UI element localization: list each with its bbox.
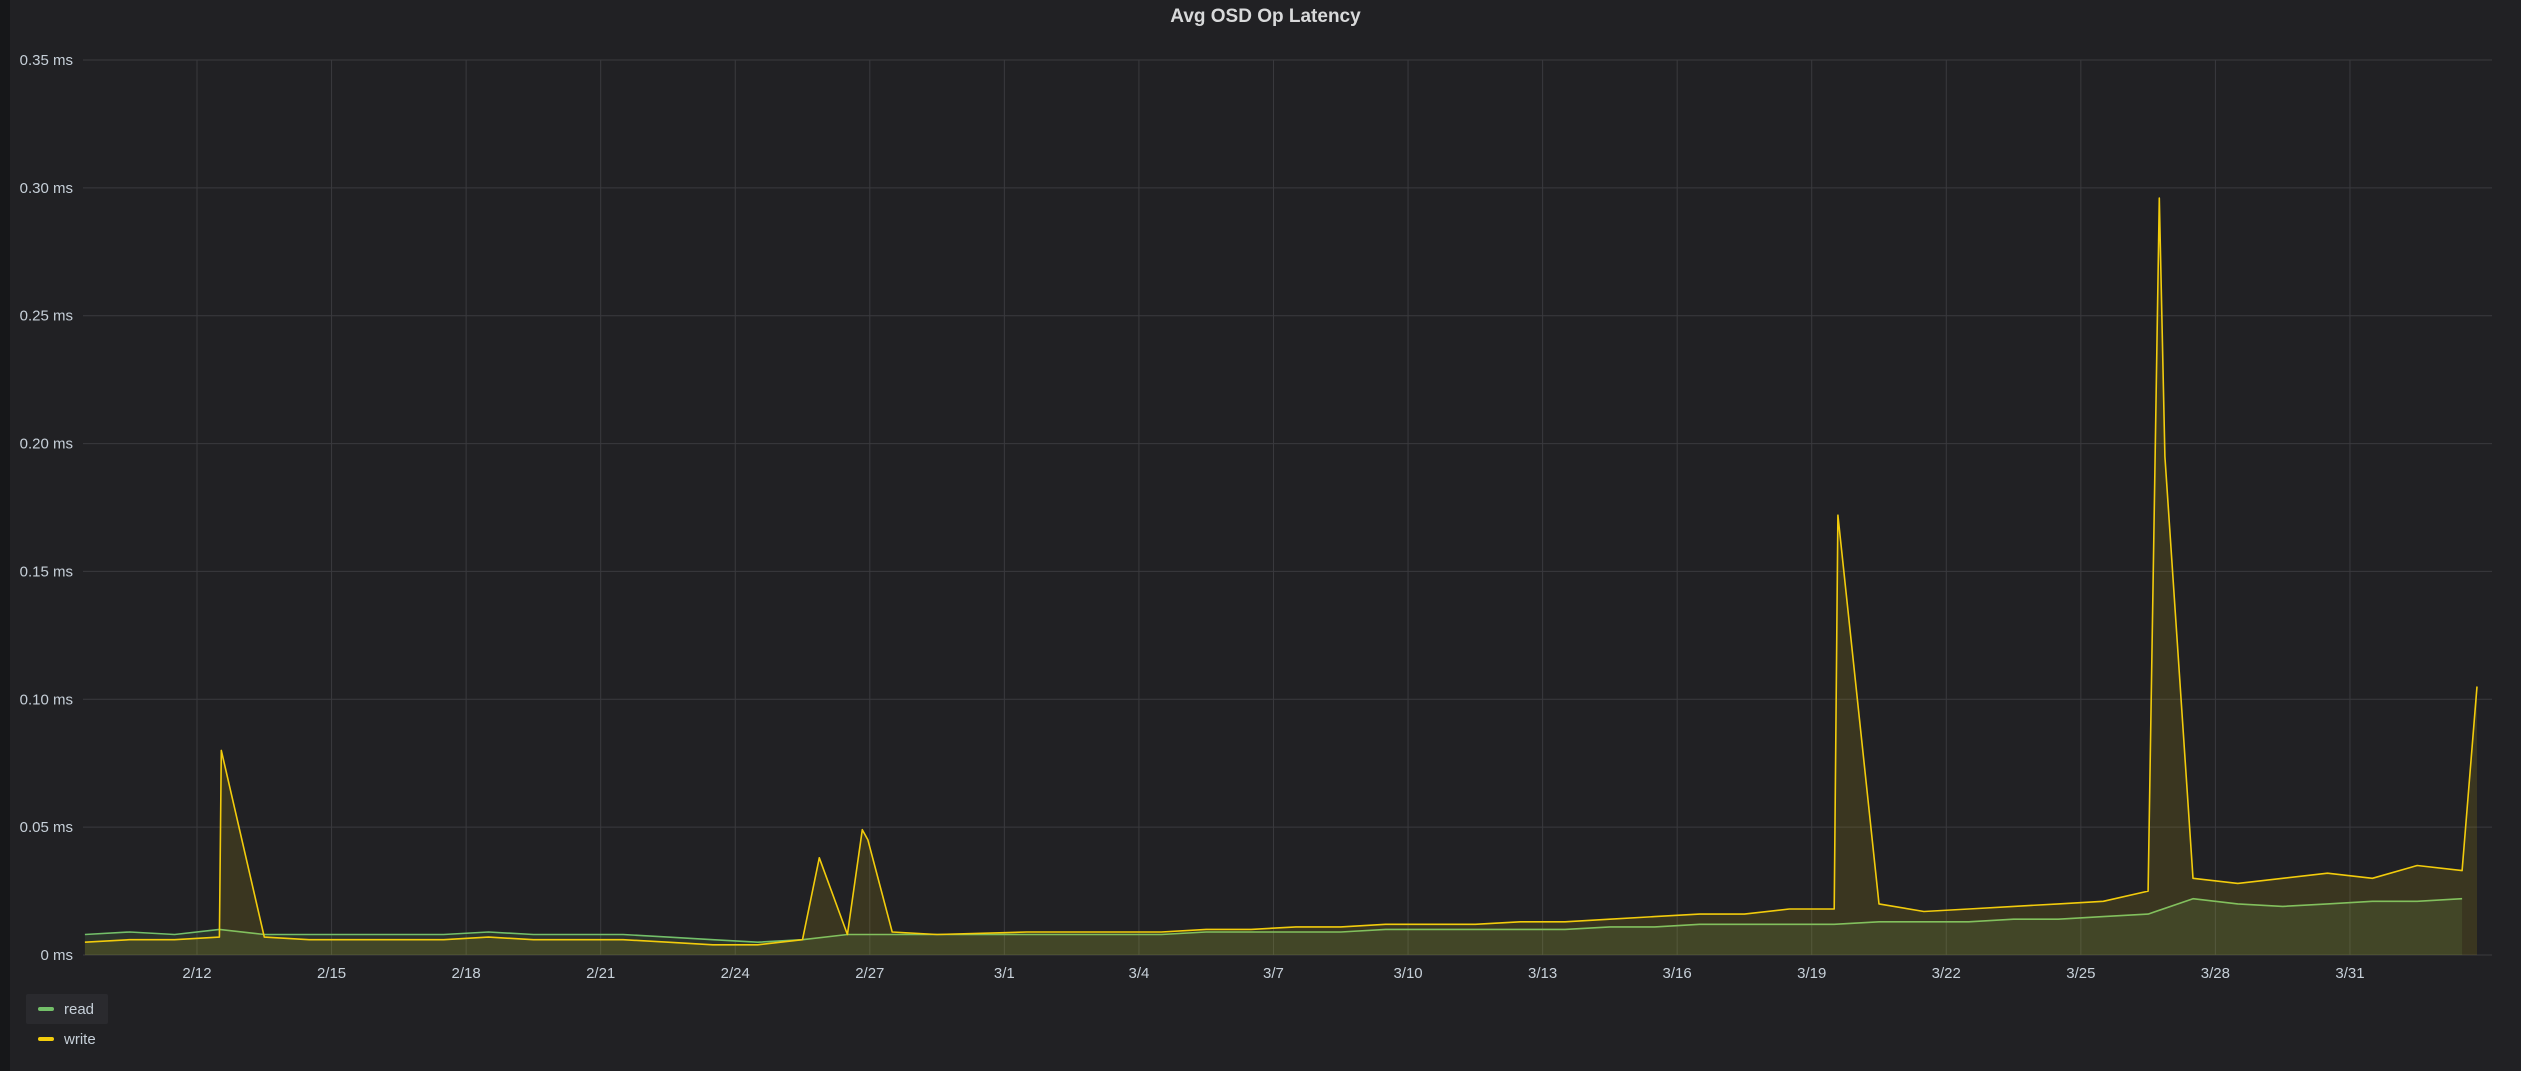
x-tick-label: 2/12	[182, 965, 211, 982]
y-tick-label: 0 ms	[40, 947, 73, 964]
x-tick-label: 3/16	[1663, 965, 1692, 982]
x-tick-label: 2/27	[855, 965, 884, 982]
x-tick-label: 2/18	[452, 965, 481, 982]
x-tick-label: 3/1	[994, 965, 1015, 982]
x-tick-label: 2/24	[721, 965, 750, 982]
x-tick-label: 3/28	[2201, 965, 2230, 982]
y-tick-label: 0.35 ms	[20, 52, 73, 69]
x-tick-label: 3/7	[1263, 965, 1284, 982]
x-tick-label: 3/10	[1393, 965, 1422, 982]
y-tick-label: 0.25 ms	[20, 308, 73, 325]
series	[84, 197, 2478, 956]
x-tick-label: 3/13	[1528, 965, 1557, 982]
latency-chart[interactable]: 0 ms 0.05 ms 0.10 ms 0.15 ms 0.20 ms 0.25 ms 0…	[10, 0, 2521, 1071]
legend-item-read[interactable]: read	[26, 994, 108, 1024]
y-axis: 0 ms 0.05 ms 0.10 ms 0.15 ms 0.20 ms 0.25 ms 0…	[20, 52, 73, 964]
y-tick-label: 0.05 ms	[20, 819, 73, 836]
legend-label-write: write	[64, 1030, 96, 1048]
grid	[83, 59, 2492, 956]
legend: read write	[26, 994, 108, 1054]
x-axis: 2/12 2/15 2/18 2/21 2/24 2/27 3/1 3/4 3/7 3/10 3/1…	[182, 965, 2364, 982]
x-tick-label: 3/4	[1128, 965, 1149, 982]
x-tick-label: 2/15	[317, 965, 346, 982]
x-tick-label: 3/19	[1797, 965, 1826, 982]
y-tick-label: 0.15 ms	[20, 563, 73, 580]
x-tick-label: 3/31	[2335, 965, 2364, 982]
y-tick-label: 0.10 ms	[20, 691, 73, 708]
write-swatch	[38, 1037, 54, 1041]
x-tick-label: 3/25	[2066, 965, 2095, 982]
read-swatch	[38, 1007, 54, 1011]
x-tick-label: 3/22	[1932, 965, 1961, 982]
write-area	[84, 198, 2478, 956]
legend-item-write[interactable]: write	[26, 1024, 108, 1054]
legend-label-read: read	[64, 1000, 95, 1018]
x-tick-label: 2/21	[586, 965, 615, 982]
latency-panel: Avg OSD Op Latency 0 ms 0.05 ms 0.10 ms 0.1…	[10, 0, 2521, 1071]
y-tick-label: 0.20 ms	[20, 436, 73, 453]
y-tick-label: 0.30 ms	[20, 180, 73, 197]
